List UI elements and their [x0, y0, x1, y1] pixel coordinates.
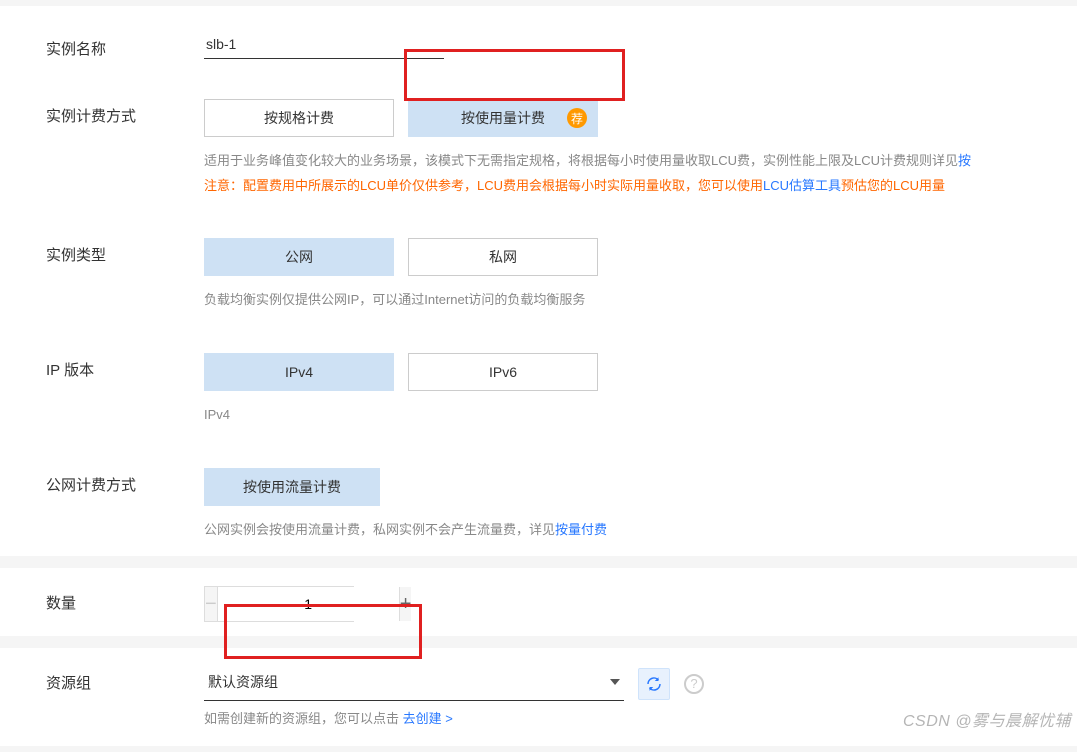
billing-by-usage-text: 按使用量计费	[461, 108, 545, 128]
instance-type-label: 实例类型	[24, 238, 204, 265]
recommend-badge: 荐	[567, 108, 587, 128]
quantity-increase-button[interactable]: +	[400, 587, 412, 621]
create-resource-group-link[interactable]: 去创建 >	[403, 711, 453, 726]
resource-group-label: 资源组	[24, 666, 204, 693]
watermark: CSDN @雾与晨解忧辅	[903, 707, 1071, 731]
quantity-stepper[interactable]: − +	[204, 586, 354, 622]
public-billing-label: 公网计费方式	[24, 468, 204, 495]
instance-type-desc: 负载均衡实例仅提供公网IP，可以通过Internet访问的负载均衡服务	[204, 288, 1053, 313]
quantity-label: 数量	[24, 586, 204, 613]
chevron-down-icon	[610, 679, 620, 685]
public-billing-desc-text: 公网实例会按使用流量计费，私网实例不会产生流量费，详见	[204, 522, 555, 537]
billing-by-traffic-text: 按使用流量计费	[243, 477, 341, 497]
ipv6-button[interactable]: IPv6	[408, 353, 598, 391]
resource-group-selected: 默认资源组	[208, 672, 278, 692]
resource-group-select[interactable]: 默认资源组	[204, 666, 624, 701]
lcu-estimator-link[interactable]: LCU估算工具	[763, 178, 841, 193]
billing-mode-label: 实例计费方式	[24, 99, 204, 126]
billing-desc-text: 适用于业务峰值变化较大的业务场景，该模式下无需指定规格，将根据每小时使用量收取L…	[204, 153, 958, 168]
refresh-button[interactable]	[638, 668, 670, 700]
billing-by-traffic-button[interactable]: 按使用流量计费	[204, 468, 380, 506]
billing-desc: 适用于业务峰值变化较大的业务场景，该模式下无需指定规格，将根据每小时使用量收取L…	[204, 149, 1053, 174]
ipv6-text: IPv6	[489, 364, 517, 380]
refresh-icon	[645, 675, 663, 693]
billing-warning: 注意：配置费用中所展示的LCU单价仅供参考，LCU费用会根据每小时实际用量收取，…	[204, 174, 1053, 199]
help-icon[interactable]: ?	[684, 674, 704, 694]
quantity-decrease-button[interactable]: −	[205, 587, 217, 621]
billing-by-usage-button[interactable]: 按使用量计费 荐	[408, 99, 598, 137]
billing-by-spec-button[interactable]: 按规格计费	[204, 99, 394, 137]
instance-name-label: 实例名称	[24, 32, 204, 59]
ipv4-text: IPv4	[285, 364, 313, 380]
billing-warn-prefix: 注意：配置费用中所展示的LCU单价仅供参考，LCU费用会根据每小时实际用量收取，…	[204, 178, 763, 193]
network-public-text: 公网	[285, 247, 313, 267]
billing-warn-suffix: 预估您的LCU用量	[841, 178, 945, 193]
network-private-button[interactable]: 私网	[408, 238, 598, 276]
resource-group-desc-text: 如需创建新的资源组，您可以点击	[204, 711, 403, 726]
billing-by-spec-text: 按规格计费	[264, 108, 334, 128]
instance-name-input[interactable]	[204, 32, 444, 59]
pay-as-you-go-link[interactable]: 按量付费	[555, 522, 607, 537]
public-billing-desc: 公网实例会按使用流量计费，私网实例不会产生流量费，详见按量付费	[204, 518, 1053, 543]
network-private-text: 私网	[489, 247, 517, 267]
quantity-input[interactable]	[217, 587, 400, 621]
ipv4-button[interactable]: IPv4	[204, 353, 394, 391]
ip-version-label: IP 版本	[24, 353, 204, 380]
network-public-button[interactable]: 公网	[204, 238, 394, 276]
ip-version-desc: IPv4	[204, 403, 1053, 428]
billing-desc-link[interactable]: 按	[958, 153, 971, 168]
